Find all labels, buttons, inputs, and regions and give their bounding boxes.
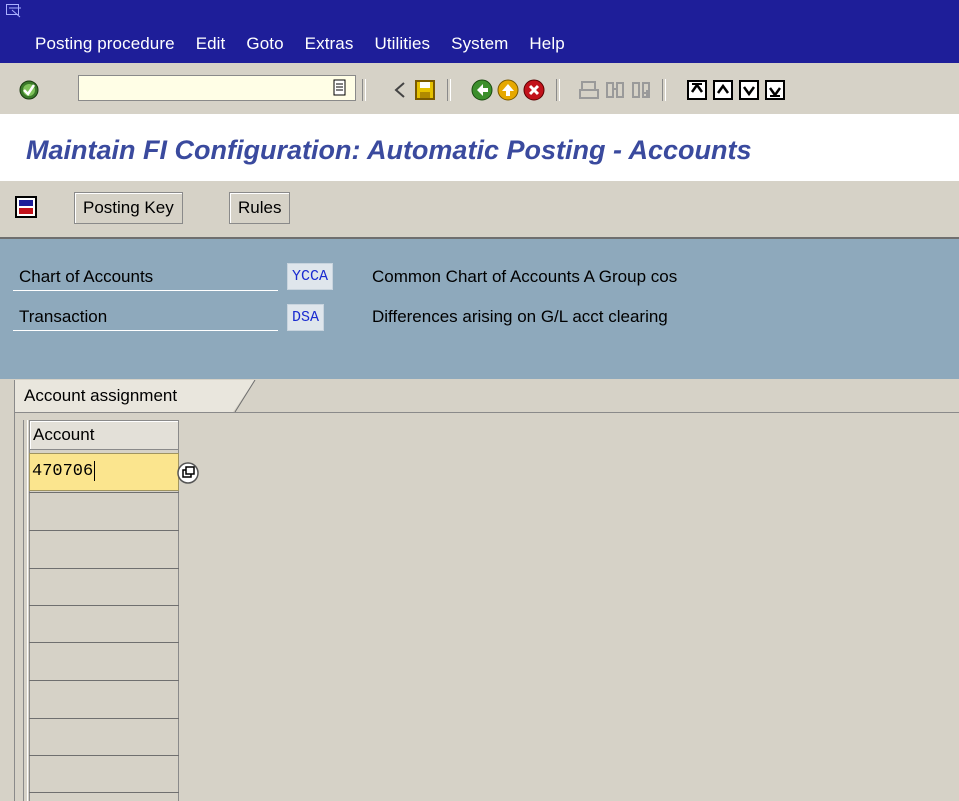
first-page-icon[interactable] bbox=[686, 79, 708, 101]
column-header-account[interactable]: Account bbox=[29, 420, 179, 450]
menu-extras[interactable]: Extras bbox=[305, 34, 354, 54]
row-divider bbox=[29, 530, 179, 531]
menu-bar: Posting procedure Edit Goto Extras Utili… bbox=[0, 0, 959, 63]
tab-account-assignment[interactable]: Account assignment bbox=[15, 380, 233, 412]
transaction-description: Differences arising on G/L acct clearing bbox=[372, 307, 668, 326]
menu-posting-procedure[interactable]: Posting procedure bbox=[35, 34, 175, 54]
rules-button[interactable]: Rules bbox=[229, 192, 291, 224]
menu-goto[interactable]: Goto bbox=[246, 34, 283, 54]
last-page-icon[interactable] bbox=[764, 79, 786, 101]
cancel-icon[interactable] bbox=[523, 79, 545, 101]
display-change-icon[interactable] bbox=[15, 196, 37, 218]
row-divider bbox=[29, 718, 179, 719]
text-cursor bbox=[94, 460, 96, 481]
toolbar-separator bbox=[662, 79, 666, 101]
save-icon[interactable] bbox=[414, 79, 436, 101]
print-icon[interactable] bbox=[578, 79, 600, 101]
transaction-label: Transaction bbox=[13, 303, 278, 331]
menu-utilities[interactable]: Utilities bbox=[374, 34, 430, 54]
row-divider bbox=[29, 642, 179, 643]
row-divider bbox=[29, 568, 179, 569]
back-icon[interactable] bbox=[471, 79, 493, 101]
title-area: Maintain FI Configuration: Automatic Pos… bbox=[0, 115, 959, 181]
toolbar-separator bbox=[447, 79, 451, 101]
account-column bbox=[29, 450, 179, 801]
command-dropdown-icon[interactable] bbox=[333, 79, 347, 97]
row-divider bbox=[29, 680, 179, 681]
row-divider bbox=[29, 755, 179, 756]
standard-toolbar bbox=[0, 63, 959, 115]
row-divider bbox=[29, 605, 179, 606]
page-title: Maintain FI Configuration: Automatic Pos… bbox=[26, 135, 752, 165]
toolbar-separator bbox=[362, 79, 366, 101]
application-toolbar: Posting Key Rules bbox=[0, 181, 959, 239]
system-menu-icon[interactable] bbox=[6, 4, 22, 18]
find-icon[interactable] bbox=[604, 79, 626, 101]
header-block: Chart of Accounts YCCA Common Chart of A… bbox=[0, 239, 959, 379]
posting-key-button[interactable]: Posting Key bbox=[74, 192, 183, 224]
chart-of-accounts-label: Chart of Accounts bbox=[13, 263, 278, 291]
row-divider bbox=[29, 492, 179, 493]
chart-of-accounts-description: Common Chart of Accounts A Group cos bbox=[372, 267, 678, 286]
account-value: 470706 bbox=[32, 462, 94, 481]
row-divider bbox=[29, 792, 179, 793]
tab-panel: Account assignment Account 470706 bbox=[14, 380, 959, 801]
toolbar-separator bbox=[556, 79, 560, 101]
previous-page-icon[interactable] bbox=[712, 79, 734, 101]
exit-icon[interactable] bbox=[497, 79, 519, 101]
chart-of-accounts-value: YCCA bbox=[287, 263, 334, 290]
transaction-value: DSA bbox=[287, 304, 325, 331]
command-field[interactable] bbox=[78, 75, 356, 101]
next-page-icon[interactable] bbox=[738, 79, 760, 101]
back-arrow-icon[interactable] bbox=[390, 79, 412, 101]
table-row-selector-column bbox=[23, 420, 28, 801]
value-help-icon[interactable] bbox=[177, 462, 199, 484]
menu-help[interactable]: Help bbox=[529, 34, 564, 54]
tab-edge bbox=[233, 380, 256, 413]
menu-system[interactable]: System bbox=[451, 34, 508, 54]
account-input[interactable]: 470706 bbox=[29, 453, 179, 491]
enter-icon[interactable] bbox=[18, 79, 40, 101]
menu-edit[interactable]: Edit bbox=[196, 34, 226, 54]
tab-underline bbox=[15, 412, 959, 413]
find-next-icon[interactable] bbox=[630, 79, 652, 101]
